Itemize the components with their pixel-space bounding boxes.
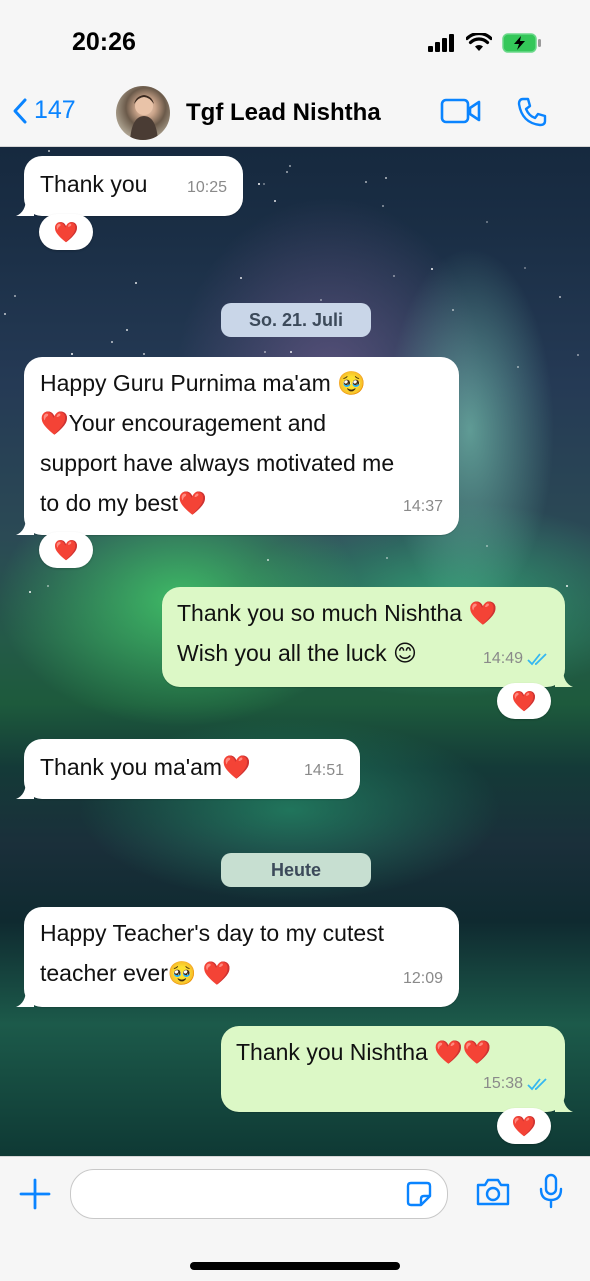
message-time: 10:25 bbox=[186, 179, 227, 196]
back-count: 147 bbox=[34, 96, 76, 124]
date-separator: So. 21. Juli bbox=[221, 303, 371, 337]
message-line: teacher ever🥹 ❤️ bbox=[40, 960, 232, 986]
battery-icon bbox=[502, 33, 541, 53]
star bbox=[285, 170, 288, 173]
status-time: 20:26 bbox=[72, 28, 136, 56]
star bbox=[485, 544, 488, 547]
star bbox=[110, 341, 113, 344]
star bbox=[142, 352, 145, 355]
star bbox=[566, 584, 569, 587]
reaction-badge[interactable]: ❤️ bbox=[39, 532, 93, 568]
read-receipt-icon bbox=[527, 653, 547, 666]
message-line: ❤️Your encouragement and bbox=[40, 410, 327, 436]
star bbox=[524, 266, 527, 269]
star bbox=[452, 308, 455, 311]
star bbox=[258, 182, 261, 185]
wifi-icon bbox=[466, 33, 492, 51]
video-call-icon[interactable] bbox=[440, 96, 482, 126]
plus-icon[interactable] bbox=[18, 1177, 52, 1211]
date-separator: Heute bbox=[221, 853, 371, 887]
message-incoming[interactable]: Thank you 10:25 bbox=[16, 156, 243, 216]
message-time: 15:38 bbox=[483, 1064, 549, 1104]
contact-name[interactable]: Tgf Lead Nishtha bbox=[186, 99, 381, 127]
message-input[interactable] bbox=[70, 1169, 448, 1219]
star bbox=[384, 176, 387, 179]
star bbox=[558, 295, 561, 298]
message-line: Thank you so much Nishtha ❤️ bbox=[177, 600, 498, 626]
message-line: Happy Guru Purnima ma'am 🥹 bbox=[40, 370, 366, 396]
star bbox=[290, 350, 293, 353]
message-line: support have always motivated me bbox=[40, 450, 395, 476]
star bbox=[365, 181, 368, 184]
status-icons bbox=[428, 32, 542, 54]
sticker-icon[interactable] bbox=[405, 1180, 433, 1208]
top-bar: 20:26 147 Tgf Lead Nishtha bbox=[0, 0, 590, 147]
star bbox=[431, 268, 434, 271]
composer-bar bbox=[0, 1156, 590, 1281]
star bbox=[240, 276, 243, 279]
star bbox=[263, 350, 266, 353]
star bbox=[576, 353, 579, 356]
star bbox=[70, 353, 73, 356]
chevron-left-icon bbox=[13, 98, 27, 123]
contact-avatar[interactable] bbox=[116, 86, 170, 140]
message-time: 14:49 bbox=[483, 639, 549, 679]
star bbox=[134, 282, 137, 285]
reaction-badge[interactable]: ❤️ bbox=[497, 1108, 551, 1144]
message-incoming[interactable]: Thank you ma'am❤️ 14:51 bbox=[16, 739, 360, 799]
star bbox=[386, 557, 389, 560]
star bbox=[47, 150, 50, 153]
home-indicator bbox=[190, 1262, 400, 1270]
read-receipt-icon bbox=[527, 1078, 547, 1091]
star bbox=[288, 164, 291, 167]
star bbox=[381, 205, 384, 208]
message-time: 14:51 bbox=[303, 762, 344, 779]
back-button[interactable]: 147 bbox=[12, 96, 76, 125]
star bbox=[14, 295, 17, 298]
message-time: 12:09 bbox=[402, 970, 443, 987]
star bbox=[485, 220, 488, 223]
message-incoming[interactable]: Happy Guru Purnima ma'am 🥹 ❤️Your encour… bbox=[16, 357, 459, 535]
reaction-badge[interactable]: ❤️ bbox=[497, 683, 551, 719]
star bbox=[393, 274, 396, 277]
signal-icon bbox=[428, 34, 454, 52]
message-time: 14:37 bbox=[402, 498, 443, 515]
message-incoming[interactable]: Happy Teacher's day to my cutest teacher… bbox=[16, 907, 459, 1007]
star bbox=[263, 183, 266, 186]
reaction-badge[interactable]: ❤️ bbox=[39, 214, 93, 250]
star bbox=[274, 200, 277, 203]
phone-call-icon[interactable] bbox=[516, 96, 548, 128]
camera-icon[interactable] bbox=[475, 1177, 511, 1207]
star bbox=[46, 584, 49, 587]
star bbox=[125, 328, 128, 331]
message-outgoing[interactable]: Thank you Nishtha ❤️❤️ 15:38 bbox=[221, 1026, 573, 1112]
message-line: to do my best❤️ bbox=[40, 490, 207, 516]
star bbox=[29, 590, 32, 593]
star bbox=[4, 312, 7, 315]
star bbox=[320, 298, 323, 301]
message-outgoing[interactable]: Thank you so much Nishtha ❤️ Wish you al… bbox=[162, 587, 573, 687]
star bbox=[517, 365, 520, 368]
microphone-icon[interactable] bbox=[538, 1173, 564, 1209]
message-line: Happy Teacher's day to my cutest bbox=[40, 920, 385, 946]
star bbox=[266, 558, 269, 561]
